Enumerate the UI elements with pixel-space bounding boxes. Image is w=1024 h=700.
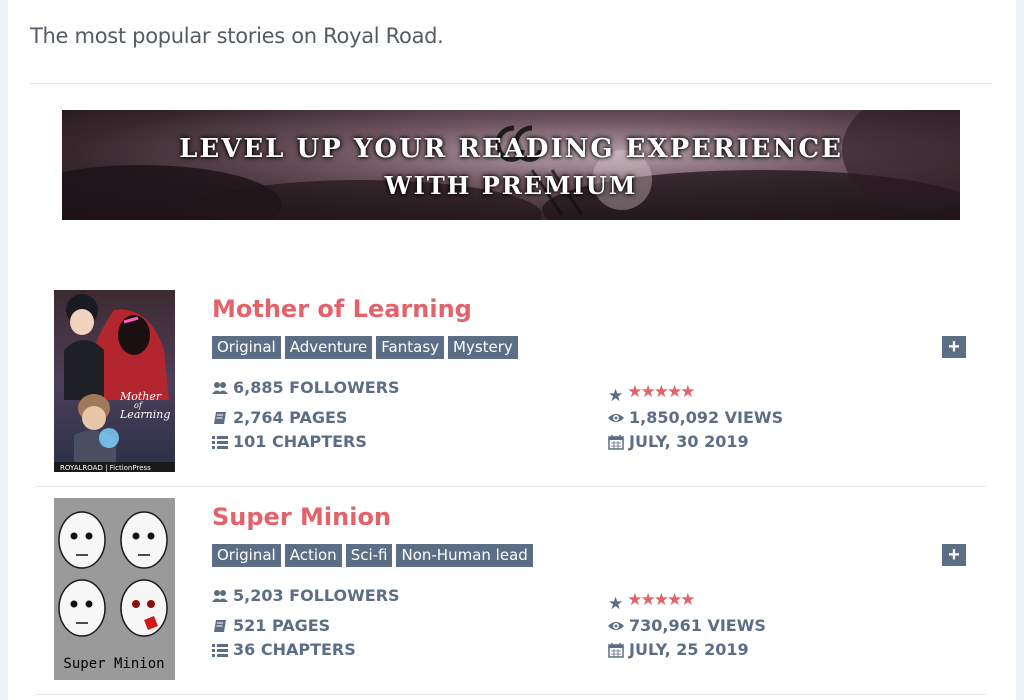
fiction-item: Super Minion Super Minion Original Actio… xyxy=(8,488,1016,688)
followers-stat: 6,885 FOLLOWERS xyxy=(212,378,400,397)
followers-stat: 5,203 FOLLOWERS xyxy=(212,586,400,605)
cover-image[interactable]: Mother of Learning ROYALROAD | FictionPr… xyxy=(54,290,175,472)
eye-icon xyxy=(608,413,624,422)
cover-title-text: Super Minion xyxy=(63,656,164,672)
svg-text:Learning: Learning xyxy=(119,408,170,421)
banner-line-1: LEVEL UP YOUR READING EXPERIENCE xyxy=(179,134,843,164)
rating: ★ ★★★★★ xyxy=(608,586,695,614)
tag-fantasy[interactable]: Fantasy xyxy=(376,336,445,359)
calendar-icon xyxy=(608,434,624,450)
fiction-title-link[interactable]: Super Minion xyxy=(212,503,391,531)
plus-icon: + xyxy=(948,336,960,358)
star-icon: ★ xyxy=(608,594,624,613)
tag-sci-fi[interactable]: Sci-fi xyxy=(345,544,393,567)
add-plus-button[interactable]: + xyxy=(942,544,966,566)
rating-stars: ★★★★★ xyxy=(627,590,695,609)
followers-count: 6,885 FOLLOWERS xyxy=(233,378,400,397)
tag-original[interactable]: Original xyxy=(212,336,281,359)
fiction-title-link[interactable]: Mother of Learning xyxy=(212,295,472,323)
row-separator xyxy=(36,694,986,695)
pages-count: 521 PAGES xyxy=(233,616,331,635)
star-icon: ★ xyxy=(608,386,624,405)
update-date: JULY, 25 2019 xyxy=(629,640,749,659)
book-icon xyxy=(214,619,226,632)
eye-icon xyxy=(608,621,624,630)
views-stat: 730,961 VIEWS xyxy=(608,616,766,635)
banner-line-2: WITH PREMIUM xyxy=(384,171,638,200)
book-icon xyxy=(214,411,226,424)
chapters-stat: 36 CHAPTERS xyxy=(212,640,356,659)
tag-original[interactable]: Original xyxy=(212,544,281,567)
followers-count: 5,203 FOLLOWERS xyxy=(233,586,400,605)
premium-banner[interactable]: LEVEL UP YOUR READING EXPERIENCE WITH PR… xyxy=(62,110,960,220)
tag-action[interactable]: Action xyxy=(284,544,342,567)
rating: ★ ★★★★★ xyxy=(608,378,695,406)
fiction-item: Mother of Learning ROYALROAD | FictionPr… xyxy=(8,280,1016,480)
calendar-icon xyxy=(608,642,624,658)
views-count: 1,850,092 VIEWS xyxy=(629,408,784,427)
tag-list: Original Action Sci-fi Non-Human lead xyxy=(212,544,533,567)
add-plus-button[interactable]: + xyxy=(942,336,966,358)
banner-art xyxy=(62,110,960,220)
tag-mystery[interactable]: Mystery xyxy=(448,336,518,359)
row-separator xyxy=(36,486,986,487)
tag-list: Original Adventure Fantasy Mystery xyxy=(212,336,518,359)
cover-image[interactable]: Super Minion xyxy=(54,498,175,680)
chapters-stat: 101 CHAPTERS xyxy=(212,432,367,451)
plus-icon: + xyxy=(948,544,960,566)
list-icon xyxy=(212,435,228,449)
page-intro: The most popular stories on Royal Road. xyxy=(30,24,444,48)
pages-stat: 2,764 PAGES xyxy=(212,408,347,427)
list-icon xyxy=(212,643,228,657)
users-icon xyxy=(212,381,228,394)
tag-non-human-lead[interactable]: Non-Human lead xyxy=(396,544,533,567)
svg-text:ROYALROAD | FictionPress: ROYALROAD | FictionPress xyxy=(60,464,151,472)
views-count: 730,961 VIEWS xyxy=(629,616,766,635)
pages-count: 2,764 PAGES xyxy=(233,408,348,427)
divider xyxy=(30,83,992,84)
date-stat: JULY, 30 2019 xyxy=(608,432,749,451)
date-stat: JULY, 25 2019 xyxy=(608,640,749,659)
chapters-count: 36 CHAPTERS xyxy=(233,640,356,659)
users-icon xyxy=(212,589,228,602)
views-stat: 1,850,092 VIEWS xyxy=(608,408,783,427)
chapters-count: 101 CHAPTERS xyxy=(233,432,367,451)
tag-adventure[interactable]: Adventure xyxy=(284,336,373,359)
page: The most popular stories on Royal Road. … xyxy=(8,0,1016,700)
rating-stars: ★★★★★ xyxy=(627,382,695,401)
pages-stat: 521 PAGES xyxy=(212,616,330,635)
update-date: JULY, 30 2019 xyxy=(629,432,749,451)
